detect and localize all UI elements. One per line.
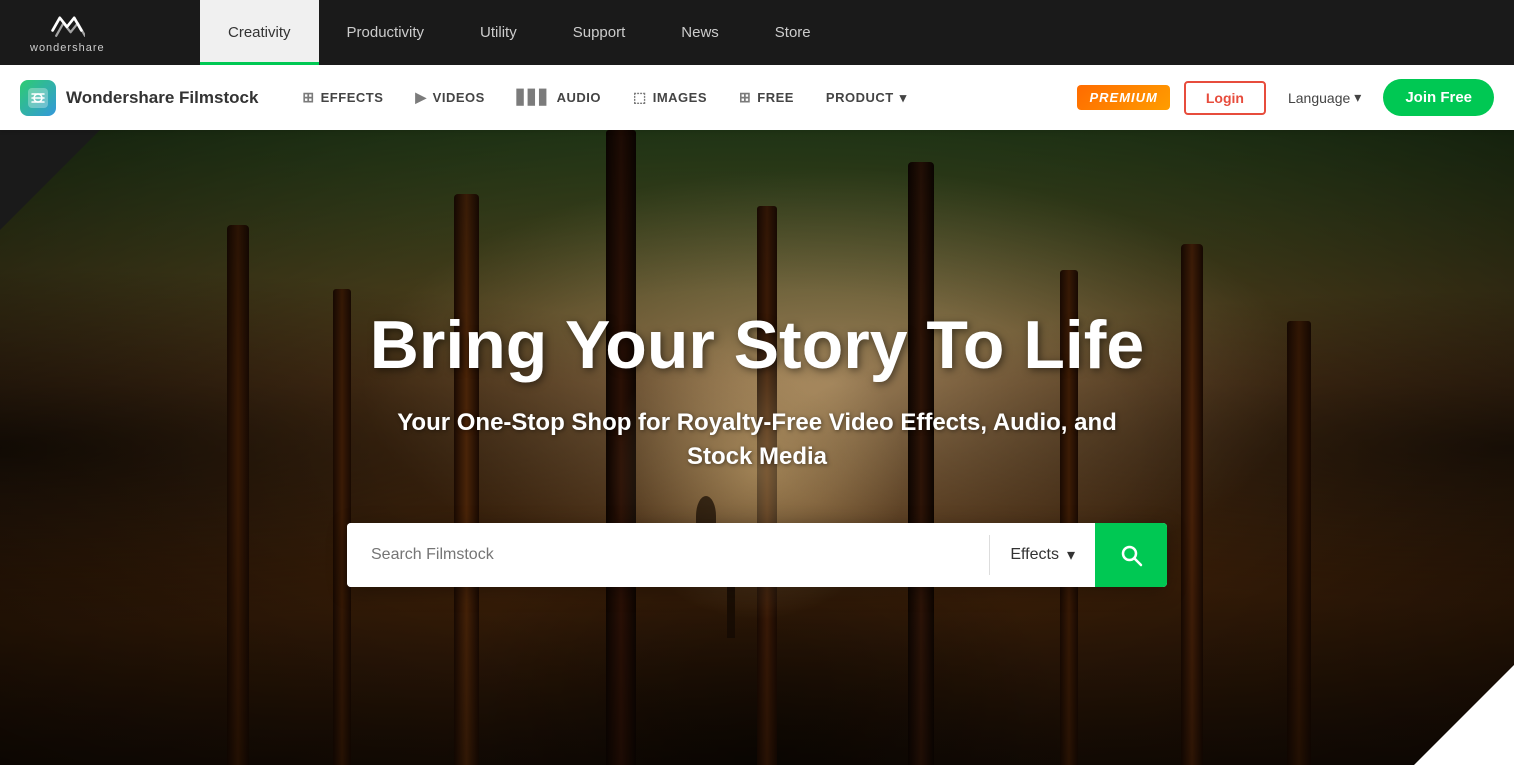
nav-item-productivity[interactable]: Productivity — [319, 0, 453, 65]
top-nav-items: Creativity Productivity Utility Support … — [200, 0, 1514, 65]
search-category-label: Effects — [1010, 546, 1059, 564]
images-icon: ⬚ — [633, 89, 647, 106]
secondary-nav-links: ⊞ EFFECTS ▶ VIDEOS ▋▋▋ AUDIO ⬚ IMAGES ⊞ … — [288, 81, 1077, 114]
search-category-chevron-icon: ▾ — [1067, 545, 1075, 565]
secondary-navigation: Wondershare Filmstock ⊞ EFFECTS ▶ VIDEOS… — [0, 65, 1514, 130]
videos-icon: ▶ — [415, 89, 426, 106]
join-free-button[interactable]: Join Free — [1383, 79, 1494, 116]
nav-link-videos[interactable]: ▶ VIDEOS — [401, 81, 498, 114]
search-button[interactable] — [1095, 523, 1167, 587]
search-input[interactable] — [347, 523, 989, 587]
wondershare-logo-area[interactable]: wondershare — [0, 0, 200, 65]
wondershare-brand-text: wondershare — [30, 42, 105, 54]
hero-subtitle: Your One-Stop Shop for Royalty-Free Vide… — [367, 406, 1147, 473]
hero-section: Bring Your Story To Life Your One-Stop S… — [0, 130, 1514, 765]
language-dropdown-icon: ▾ — [1354, 89, 1361, 106]
filmstock-brand-name: Wondershare Filmstock — [66, 88, 258, 108]
filmstock-brand-logo[interactable]: Wondershare Filmstock — [20, 80, 258, 116]
premium-badge[interactable]: PREMIUM — [1077, 85, 1169, 110]
language-label: Language — [1288, 90, 1350, 106]
language-selector[interactable]: Language ▾ — [1280, 83, 1369, 112]
search-bar: Effects ▾ — [347, 523, 1167, 587]
nav-item-creativity[interactable]: Creativity — [200, 0, 319, 65]
search-category-selector[interactable]: Effects ▾ — [990, 523, 1095, 587]
top-navigation: wondershare Creativity Productivity Util… — [0, 0, 1514, 65]
free-icon: ⊞ — [739, 89, 751, 106]
nav-link-images[interactable]: ⬚ IMAGES — [619, 81, 721, 114]
effects-icon: ⊞ — [302, 89, 314, 106]
product-dropdown-icon: ▾ — [900, 90, 907, 106]
search-icon — [1119, 543, 1143, 567]
nav-link-audio[interactable]: ▋▋▋ AUDIO — [503, 81, 615, 114]
filmstock-logo-icon — [20, 80, 56, 116]
secondary-nav-right: PREMIUM Login Language ▾ Join Free — [1077, 79, 1494, 116]
nav-item-news[interactable]: News — [653, 0, 747, 65]
hero-content: Bring Your Story To Life Your One-Stop S… — [0, 130, 1514, 765]
nav-link-effects[interactable]: ⊞ EFFECTS — [288, 81, 397, 114]
nav-item-utility[interactable]: Utility — [452, 0, 545, 65]
hero-title: Bring Your Story To Life — [370, 308, 1144, 383]
nav-link-free[interactable]: ⊞ FREE — [725, 81, 808, 114]
login-button[interactable]: Login — [1184, 81, 1266, 115]
nav-item-support[interactable]: Support — [545, 0, 654, 65]
nav-item-store[interactable]: Store — [747, 0, 839, 65]
audio-icon: ▋▋▋ — [517, 89, 551, 106]
nav-link-product[interactable]: PRODUCT ▾ — [812, 82, 921, 114]
